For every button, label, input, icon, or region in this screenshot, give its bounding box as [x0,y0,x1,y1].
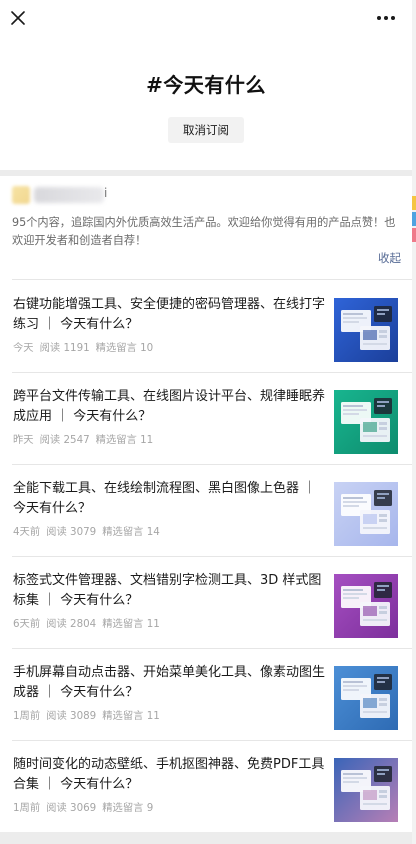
article-thumbnail [334,666,398,730]
edge-mark [412,228,416,242]
article-read-count: 阅读 3069 [46,802,97,814]
article-item[interactable]: 跨平台文件传输工具、在线图片设计平台、规律睡眠养成应用 ｜ 今天有什么？ 昨天 阅读… [0,373,412,465]
bottom-divider [0,832,412,844]
article-item[interactable]: 标签式文件管理器、文档错别字检测工具、3D 样式图标集 ｜ 今天有什么？ 6天前阅… [0,557,412,649]
article-thumbnail [334,390,398,454]
collapse-link[interactable]: 收起 [378,250,401,266]
article-read-count: 阅读 3089 [46,710,97,722]
top-bar [0,0,412,38]
more-button[interactable] [372,7,400,29]
article-title: 随时间变化的动态壁纸、手机抠图神器、免费PDF工具合集 ｜ 今天有什么？ [13,757,325,792]
close-button[interactable] [6,6,30,30]
article-title: 标签式文件管理器、文档错别字检测工具、3D 样式图标集 ｜ 今天有什么？ [13,573,322,608]
article-title: 右键功能增强工具、安全便捷的密码管理器、在线打字练习 ｜ 今天有什么？ [13,297,326,332]
article-meta: 4天前 阅读 3079 精选留言 14 [13,523,160,538]
article-meta: 昨天 阅读 2547 精选留言 11 [13,431,153,446]
article-date: 4天前 [13,526,41,538]
topic-intro: i 95个内容，追踪国内外优质高效生活产品。欢迎给你觉得有用的产品点赞！也欢迎开… [0,176,412,278]
topic-page: #今天有什么 取消订阅 i 95个内容，追踪国内外优质高效生活产品。欢迎给你觉得… [0,0,412,844]
account-name-tail: i [104,186,108,200]
account-name-blurred[interactable] [34,187,104,203]
article-title: 手机屏幕自动点击器、开始菜单美化工具、像素动图生成器 ｜ 今天有什么？ [13,665,326,700]
account-avatar[interactable] [12,186,30,204]
article-item[interactable]: 全能下载工具、在线绘制流程图、黑白图像上色器 ｜ 今天有什么？ 4天前 阅读 307… [0,465,412,557]
article-comment-count: 精选留言 11 [102,618,160,630]
article-date: 今天 [13,342,34,354]
unsubscribe-button[interactable]: 取消订阅 [168,117,244,143]
article-item[interactable]: 手机屏幕自动点击器、开始菜单美化工具、像素动图生成器 ｜ 今天有什么？ 1周前 阅读… [0,649,412,741]
article-date: 1周前 [13,710,41,722]
article-comment-count: 精选留言 11 [95,434,154,446]
edge-strip [412,0,416,844]
article-thumbnail [334,298,398,362]
article-read-count: 阅读 2547 [39,434,90,446]
article-date: 6天前 [13,618,41,630]
article-thumbnail [334,574,398,638]
divider [12,279,412,280]
article-thumbnail [334,482,398,546]
article-read-count: 阅读 1191 [39,342,90,354]
article-title: 跨平台文件传输工具、在线图片设计平台、规律睡眠养成应用 ｜ 今天有什么？ [13,389,326,424]
article-comment-count: 精选留言 9 [102,802,154,814]
topic-description: 95个内容，追踪国内外优质高效生活产品。欢迎给你觉得有用的产品点赞！也欢迎开发者… [12,216,396,247]
article-comment-count: 精选留言 14 [102,526,160,538]
article-thumbnail [334,758,398,822]
article-date: 昨天 [13,434,34,446]
article-meta: 6天前 阅读 2804 精选留言 11 [13,615,160,630]
article-comment-count: 精选留言 11 [102,710,160,722]
close-icon [11,11,25,25]
article-read-count: 阅读 3079 [46,526,97,538]
edge-mark [412,212,416,226]
page-title: #今天有什么 [146,73,266,97]
article-item[interactable]: 右键功能增强工具、安全便捷的密码管理器、在线打字练习 ｜ 今天有什么？ 今天 阅读 … [0,281,412,373]
article-read-count: 阅读 2804 [46,618,97,630]
article-meta: 今天 阅读 1191 精选留言 10 [13,339,153,354]
topic-header: #今天有什么 取消订阅 [0,38,412,170]
article-title: 全能下载工具、在线绘制流程图、黑白图像上色器 ｜ 今天有什么？ [13,481,317,516]
article-comment-count: 精选留言 10 [95,342,154,354]
edge-mark [412,196,416,210]
article-meta: 1周前 阅读 3069 精选留言 9 [13,799,153,814]
article-item[interactable]: 随时间变化的动态壁纸、手机抠图神器、免费PDF工具合集 ｜ 今天有什么？ 1周前阅… [0,741,412,833]
article-date: 1周前 [13,802,41,814]
article-meta: 1周前 阅读 3089 精选留言 11 [13,707,160,722]
more-icon [377,16,395,20]
